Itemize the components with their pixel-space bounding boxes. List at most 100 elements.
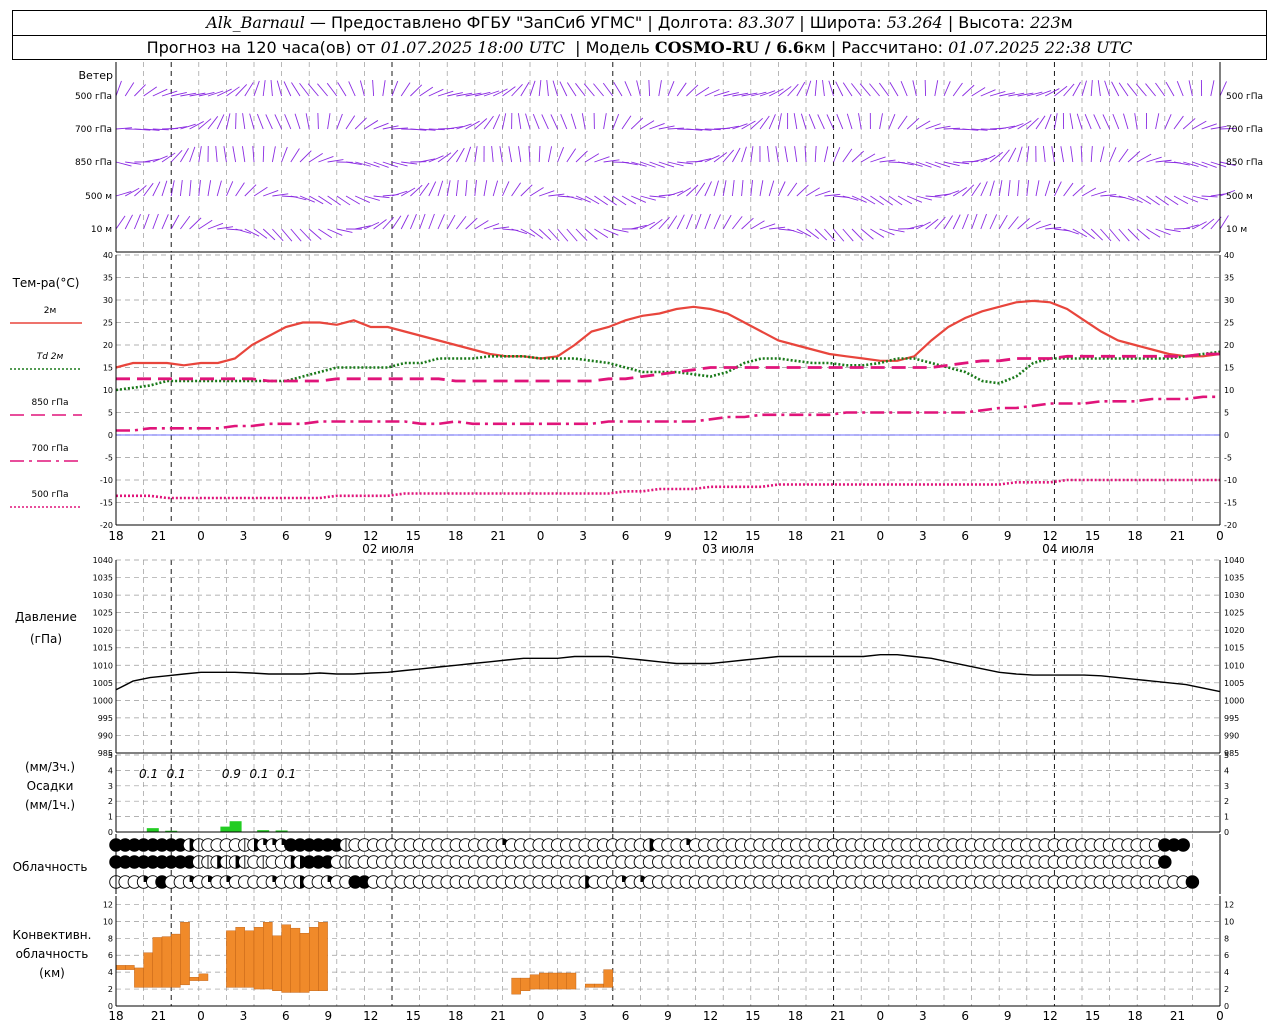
wind-barb — [345, 115, 356, 130]
x-tick-label: 21 — [151, 529, 166, 543]
pres-ytick-left: 1030 — [93, 591, 113, 600]
wind-barb — [971, 182, 981, 197]
pres-ytick-right: 1025 — [1224, 609, 1244, 618]
wind-barb — [835, 81, 844, 97]
wind-barb — [613, 82, 623, 97]
wind-barb — [686, 161, 703, 163]
x-tick-label: 15 — [406, 529, 421, 543]
wind-barb — [759, 180, 764, 197]
wind-barb — [223, 146, 227, 163]
wind-barb — [869, 83, 880, 97]
wind-barb — [508, 146, 513, 163]
wind-barb — [1017, 218, 1030, 230]
wind-barb — [1045, 227, 1062, 230]
x-tick-label: 21 — [491, 529, 506, 543]
wind-barb — [566, 82, 577, 97]
wind-barb — [704, 155, 720, 163]
prec-ytick-right: 3 — [1224, 782, 1229, 791]
x-tick-label: 12 — [1043, 529, 1058, 543]
wind-barb — [759, 115, 770, 130]
wind-barb — [189, 180, 192, 197]
wind-barb — [860, 228, 874, 240]
wind-barb — [262, 228, 276, 241]
wind-barb — [741, 146, 747, 163]
wind-barb — [308, 228, 322, 240]
wind-barb — [851, 150, 865, 163]
cloud-symbol-fill — [1176, 838, 1190, 852]
prec-ytick-left: 5 — [108, 751, 113, 760]
precip-3h-label: 0.9 — [222, 767, 241, 781]
wind-barb — [1165, 81, 1175, 97]
x-tick-label: 18 — [108, 529, 123, 543]
wind-barb — [906, 117, 920, 130]
precip-3h-label: 0.1 — [167, 767, 186, 781]
wind-barb — [804, 146, 807, 163]
wind-barb — [1080, 145, 1083, 163]
wind-barb — [281, 146, 288, 163]
conv-ytick-right: 2 — [1224, 985, 1229, 994]
wind-barb — [317, 112, 319, 130]
wind-barb — [299, 150, 312, 163]
wind-barb — [621, 115, 632, 130]
wind-barb — [400, 82, 411, 97]
wind-barb — [943, 81, 951, 97]
wind-barb — [640, 161, 656, 168]
wind-barb — [1136, 228, 1150, 240]
wind-barb — [1035, 180, 1040, 197]
wind-barb — [636, 80, 641, 97]
wind-barb — [550, 114, 559, 130]
wind-barb — [998, 149, 1010, 163]
wind-barb — [291, 82, 301, 97]
wind-level-label-left: 500 м — [85, 192, 112, 202]
wind-barb — [337, 82, 347, 97]
wind-barb — [800, 113, 807, 130]
wind-barb — [768, 114, 776, 130]
wind-barb — [961, 213, 969, 230]
temp-ytick-right: 10 — [1224, 386, 1234, 395]
wind-barb — [814, 146, 817, 163]
day-label: 02 июля — [362, 542, 414, 556]
cloud-symbol-fill — [1158, 855, 1172, 869]
meteogram-chart: 0.1 0.1 0.9 0.1 0.1 500 гПа 500 гПа 700 гПа 700… — [10, 62, 1263, 1023]
temp-ytick-right: 25 — [1224, 319, 1234, 328]
x-tick-label: 0 — [537, 529, 545, 543]
x-tick-label-bottom: 21 — [1170, 1009, 1185, 1023]
wind-barb — [143, 182, 154, 197]
wind-barb — [859, 83, 871, 97]
wind-barb — [538, 228, 552, 241]
wind-barb — [1042, 146, 1046, 163]
precip-3h-label: 0.1 — [277, 767, 296, 781]
wind-barb — [732, 123, 748, 130]
wind-barb — [283, 81, 292, 97]
wind-barb — [722, 149, 735, 163]
wind-barb — [925, 195, 942, 198]
wind-barb — [794, 146, 798, 163]
wind-barb — [1035, 115, 1046, 130]
wind-barb — [889, 81, 899, 97]
temp-ytick-left: -5 — [105, 454, 113, 463]
conv-ytick-left: 4 — [108, 968, 113, 977]
x-tick-label-bottom: 3 — [240, 1009, 248, 1023]
wind-barb — [1188, 80, 1193, 97]
conv-bar — [290, 927, 301, 993]
wind-level-label-left: 10 м — [91, 225, 112, 235]
conv-bar — [263, 922, 273, 990]
wind-barb — [446, 180, 451, 197]
wind-barb — [189, 146, 196, 163]
wind-barb — [115, 80, 122, 97]
wind-barb — [1182, 118, 1196, 130]
wind-barb — [207, 180, 212, 197]
precip-bar — [229, 821, 242, 832]
wind-barb — [1044, 113, 1052, 130]
wind-barb — [548, 193, 565, 197]
wind-barb — [1090, 80, 1093, 97]
wind-barb — [1210, 80, 1215, 97]
conv-ytick-left: 6 — [108, 951, 113, 960]
wind-barb — [842, 82, 853, 97]
wind-barb — [566, 228, 578, 242]
wind-barb — [272, 193, 289, 197]
wind-barb — [152, 213, 159, 230]
wind-level-label-left: 500 гПа — [75, 92, 112, 102]
wind-barb — [1090, 228, 1103, 241]
conv-bar — [511, 977, 522, 995]
